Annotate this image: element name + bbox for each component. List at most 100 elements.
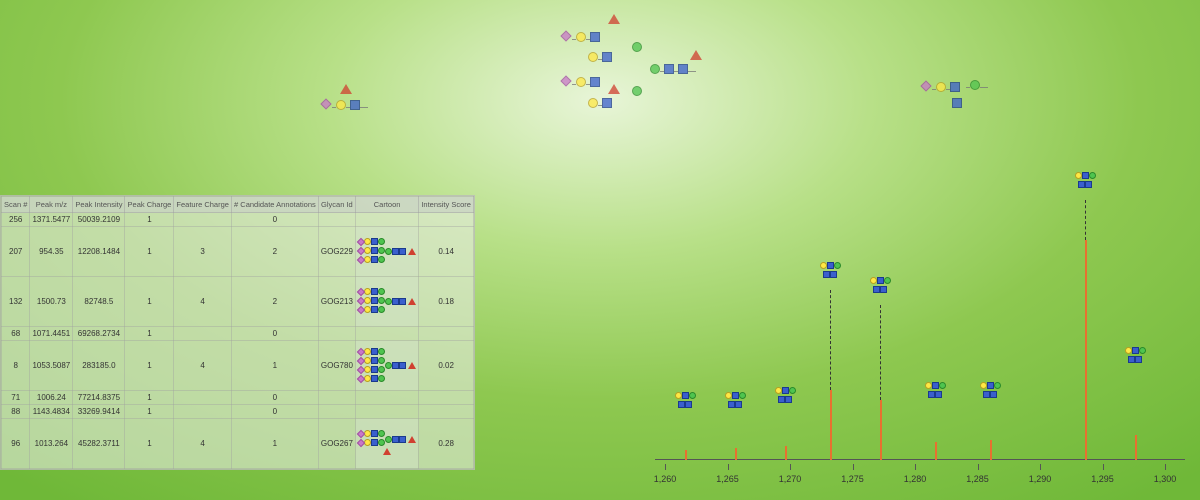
spectrum-peak[interactable] (990, 440, 992, 460)
tick-label: 1,300 (1154, 474, 1177, 484)
col-header[interactable]: Peak m/z (30, 197, 73, 213)
peak-annotation (1055, 172, 1115, 190)
tick-label: 1,280 (904, 474, 927, 484)
cell: 71 (2, 391, 30, 405)
peak-annotation (1105, 347, 1165, 365)
cell: 1 (231, 341, 318, 391)
cell: 1 (125, 405, 174, 419)
cell: 1 (125, 419, 174, 469)
cell: 1 (125, 227, 174, 277)
floating-glycan-right (920, 80, 1010, 120)
col-header[interactable]: Scan # (2, 197, 30, 213)
cartoon-cell (355, 277, 418, 327)
cell: 1 (231, 419, 318, 469)
cell: 1006.24 (30, 391, 73, 405)
tick-label: 1,270 (779, 474, 802, 484)
spectrum-peak[interactable] (880, 400, 882, 460)
cell: 88 (2, 405, 30, 419)
cell: 207 (2, 227, 30, 277)
cell: GOG780 (318, 341, 355, 391)
cell: 12208.1484 (73, 227, 125, 277)
spectrum-peak[interactable] (935, 442, 937, 460)
cell: 283185.0 (73, 341, 125, 391)
spectrum-peak[interactable] (1085, 240, 1087, 460)
table-row[interactable]: 2561371.547750039.210910 (2, 213, 474, 227)
cartoon-cell (355, 327, 418, 341)
cell: 4 (174, 419, 232, 469)
cell (318, 213, 355, 227)
cell: 132 (2, 277, 30, 327)
cell: 0 (231, 405, 318, 419)
spectrum-peak[interactable] (1135, 435, 1137, 460)
col-header[interactable]: Intensity Score (419, 197, 474, 213)
score-cell: 0.02 (419, 341, 474, 391)
cell: 0 (231, 327, 318, 341)
table-row[interactable]: 1321500.7382748.5142GOG213 0.18 (2, 277, 474, 327)
cell: 96 (2, 419, 30, 469)
cell (174, 405, 232, 419)
peak-annotation (960, 382, 1020, 400)
cell: GOG267 (318, 419, 355, 469)
cell (318, 391, 355, 405)
cell: 2 (231, 277, 318, 327)
cartoon-cell (355, 227, 418, 277)
cell (318, 405, 355, 419)
spectrum-peak[interactable] (735, 448, 737, 460)
table-row[interactable]: 681071.445169268.273410 (2, 327, 474, 341)
cartoon-cell (355, 341, 418, 391)
cell: 1 (125, 277, 174, 327)
results-table-panel: Scan #Peak m/zPeak IntensityPeak ChargeF… (0, 195, 475, 470)
col-header[interactable]: Feature Charge (174, 197, 232, 213)
cartoon-cell (355, 419, 418, 469)
col-header[interactable]: # Candidate Annotations (231, 197, 318, 213)
results-table[interactable]: Scan #Peak m/zPeak IntensityPeak ChargeF… (1, 196, 474, 469)
score-cell: 0.14 (419, 227, 474, 277)
table-row[interactable]: 81053.5087283185.0141GOG780 0.02 (2, 341, 474, 391)
table-row[interactable]: 711006.2477214.837510 (2, 391, 474, 405)
col-header[interactable]: Peak Intensity (73, 197, 125, 213)
cell: 1 (125, 327, 174, 341)
tick-label: 1,260 (654, 474, 677, 484)
table-row[interactable]: 961013.26445282.3711141GOG267 0.28 (2, 419, 474, 469)
cell (174, 213, 232, 227)
cell: 50039.2109 (73, 213, 125, 227)
cell: 1500.73 (30, 277, 73, 327)
cell: 1371.5477 (30, 213, 73, 227)
col-header[interactable]: Cartoon (355, 197, 418, 213)
score-cell (419, 327, 474, 341)
cell: 82748.5 (73, 277, 125, 327)
tick-label: 1,285 (966, 474, 989, 484)
cell: 68 (2, 327, 30, 341)
score-cell (419, 213, 474, 227)
floating-glycan-small (320, 98, 368, 112)
cell: GOG213 (318, 277, 355, 327)
spectrum-peak[interactable] (685, 450, 687, 460)
col-header[interactable]: Glycan Id (318, 197, 355, 213)
table-row[interactable]: 881143.483433269.941410 (2, 405, 474, 419)
cell: 4 (174, 341, 232, 391)
cell: 1 (125, 213, 174, 227)
spectrum-peak[interactable] (785, 446, 787, 460)
cell: 1 (125, 391, 174, 405)
cell: 77214.8375 (73, 391, 125, 405)
tick-label: 1,295 (1091, 474, 1114, 484)
score-cell: 0.28 (419, 419, 474, 469)
score-cell: 0.18 (419, 277, 474, 327)
mass-spectrum[interactable]: 1,2601,2651,2701,2751,2801,2851,2901,295… (655, 180, 1185, 490)
cell: 1071.4451 (30, 327, 73, 341)
cell: 1053.5087 (30, 341, 73, 391)
cartoon-cell (355, 405, 418, 419)
cell (318, 327, 355, 341)
table-row[interactable]: 207954.3512208.1484132GOG229 0.14 (2, 227, 474, 277)
spectrum-peak[interactable] (830, 390, 832, 460)
tick-label: 1,275 (841, 474, 864, 484)
cell: 4 (174, 277, 232, 327)
tick-label: 1,265 (716, 474, 739, 484)
cell (174, 391, 232, 405)
floating-glycan-large (560, 20, 720, 120)
cell: 0 (231, 213, 318, 227)
cell: 45282.3711 (73, 419, 125, 469)
cartoon-cell (355, 213, 418, 227)
col-header[interactable]: Peak Charge (125, 197, 174, 213)
cell: 33269.9414 (73, 405, 125, 419)
